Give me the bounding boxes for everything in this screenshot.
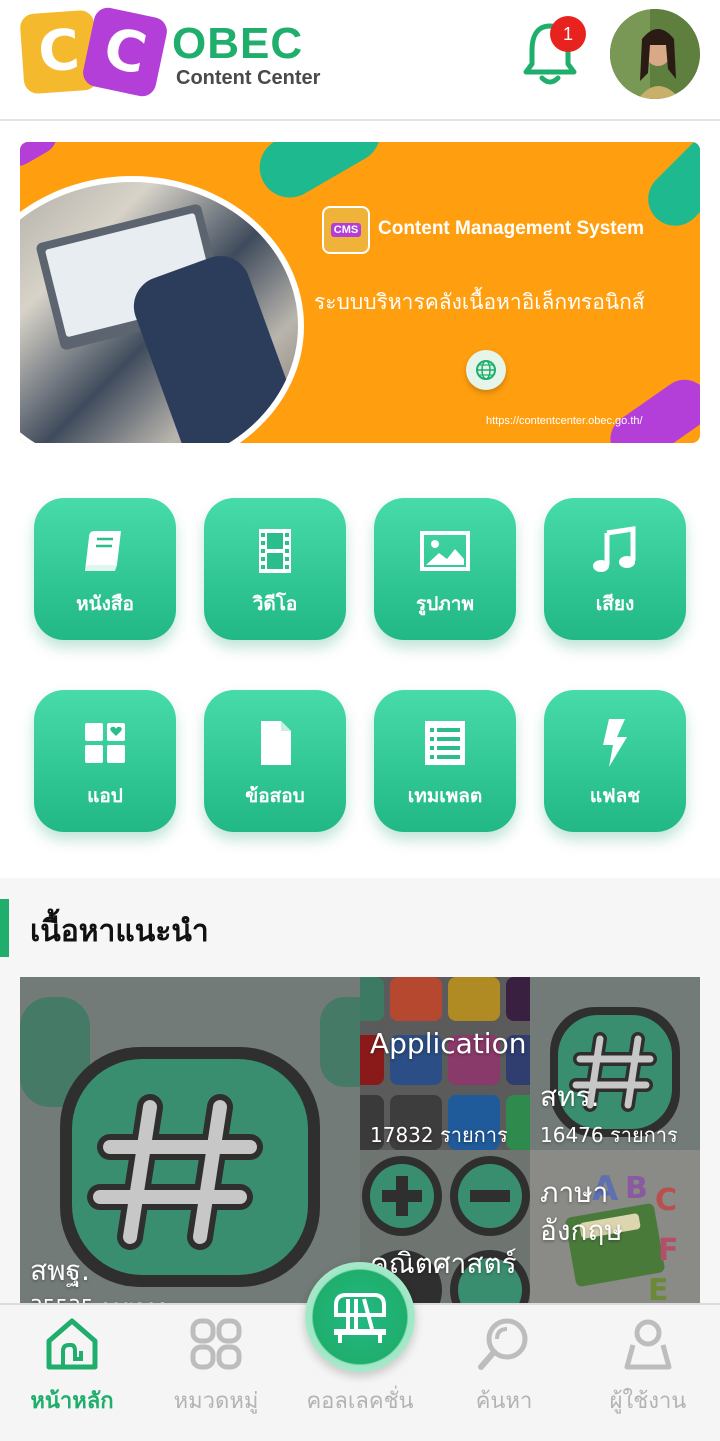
category-label: รูปภาพ [416,593,474,615]
nav-label: ผู้ใช้งาน [609,1389,687,1414]
film-icon [259,529,291,573]
collection-fab-button[interactable] [305,1262,415,1372]
category-flash[interactable]: แฟลช [544,690,686,832]
banner-subtitle: ระบบบริหารคลังเนื้อหาอิเล็กทรอนิกส์ [314,290,645,314]
category-label: แอป [87,785,123,807]
category-label: หนังสือ [76,593,134,615]
apps-icon [85,723,125,763]
recommended-tile-obec[interactable]: สพฐ. 35535 รายการ [20,977,360,1303]
obec-logo[interactable]: C C OBEC Content Center [19,5,340,103]
category-audio[interactable]: เสียง [544,498,686,640]
nav-label: หมวดหมู่ [173,1389,259,1414]
tile-count: 35535 รายการ [30,1291,168,1303]
user-icon [624,1319,672,1370]
banner-laptop-photo [20,176,304,443]
recommended-tile-str[interactable]: สทร. 16476 รายการ [530,977,700,1150]
category-books[interactable]: หนังสือ [34,498,176,640]
banner-decoration [600,369,700,443]
tile-count: 17832 รายการ [370,1123,508,1147]
nav-user[interactable]: ผู้ใช้งาน [576,1305,720,1441]
avatar-photo [610,9,700,99]
tile-name: สทร. [540,1080,600,1113]
book-icon [85,531,121,571]
tile-count: 16476 รายการ [540,1123,678,1147]
svg-text:E: E [648,1273,669,1303]
music-icon [593,526,636,572]
collection-icon [334,1293,386,1343]
notification-badge: 1 [550,16,586,52]
category-videos[interactable]: วิดีโอ [204,498,346,640]
flash-icon [603,719,627,767]
banner-title: Content Management System [378,218,645,239]
recommended-tile-application[interactable]: Application 17832 รายการ [360,977,530,1150]
category-images[interactable]: รูปภาพ [374,498,516,640]
nav-label: หน้าหลัก [30,1389,114,1414]
banner-decoration [20,142,63,173]
nav-search[interactable]: ค้นหา [432,1305,576,1441]
nav-label: คอลเลคชั่น [306,1389,414,1414]
nav-home[interactable]: หน้าหลัก [0,1305,144,1441]
banner-decoration [248,142,392,209]
category-label: ข้อสอบ [245,785,305,807]
category-label: แฟลช [589,785,641,807]
recommended-title: เนื้อหาแนะนำ [30,914,209,949]
category-label: วิดีโอ [252,593,298,615]
search-icon [478,1318,528,1370]
recommended-section: เนื้อหาแนะนำ สพฐ. 35535 รายการ [0,878,720,1303]
banner-decoration [637,142,700,237]
home-icon [46,1318,98,1370]
category-label: เทมเพลต [407,785,483,807]
notification-button[interactable]: 1 [518,16,586,94]
category-apps[interactable]: แอป [34,690,176,832]
logo-subtitle: Content Center [176,67,321,89]
promo-banner[interactable]: CMS Content Management System ระบบบริหาร… [20,142,700,443]
tile-name: ภาษาอังกฤษ [540,1176,623,1247]
document-icon [261,721,291,765]
app-header: C C OBEC Content Center 1 [0,0,720,121]
category-exams[interactable]: ข้อสอบ [204,690,346,832]
banner-url: https://contentcenter.obec.go.th/ [486,415,643,427]
category-icon [190,1318,242,1370]
category-templates[interactable]: เทมเพลต [374,690,516,832]
tile-name: Application [370,1027,527,1060]
nav-label: ค้นหา [475,1389,533,1414]
cms-logo-icon: CMS [322,206,370,254]
recommended-tile-english[interactable]: A B C F E ภาษาอังกฤษ [530,1150,700,1303]
image-icon [420,531,470,571]
globe-icon [466,350,506,390]
logo-title: OBEC [172,19,304,68]
tile-name: สพฐ. [30,1254,90,1287]
user-avatar[interactable] [610,9,700,99]
category-label: เสียง [595,593,635,615]
list-icon [425,721,465,765]
logo-c-purple: C [80,5,170,99]
nav-categories[interactable]: หมวดหมู่ [144,1305,288,1441]
section-accent-bar [0,899,9,957]
